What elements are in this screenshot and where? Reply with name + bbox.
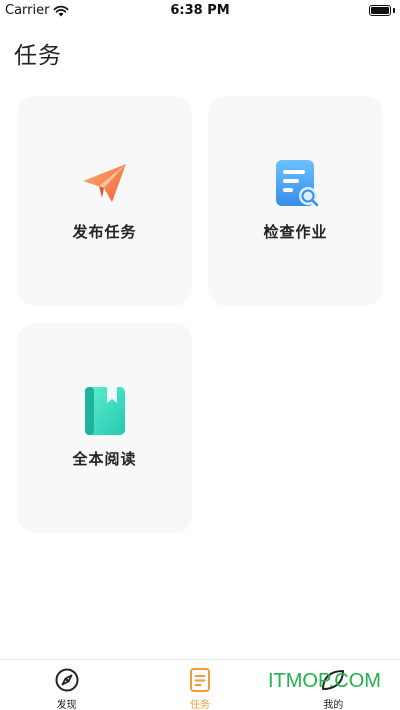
status-time: 6:38 PM: [170, 3, 230, 18]
status-bar: Carrier 6:38 PM: [0, 0, 400, 22]
page-title: 任务: [14, 43, 62, 69]
publish-task-card[interactable]: 发布任务: [17, 96, 192, 306]
tab-tasks-label: 任务: [189, 700, 210, 710]
book-icon: [17, 385, 192, 437]
tab-discover-label: 发现: [56, 700, 77, 710]
check-homework-label: 检查作业: [263, 223, 328, 241]
tab-discover[interactable]: 发现: [0, 660, 133, 710]
document-search-icon: [208, 158, 383, 210]
check-homework-card[interactable]: 检查作业: [208, 96, 383, 306]
publish-task-label: 发布任务: [72, 223, 137, 241]
full-reading-label: 全本阅读: [72, 450, 137, 468]
full-reading-card[interactable]: 全本阅读: [17, 323, 192, 533]
task-list-icon: [189, 668, 210, 692]
tab-mine-label: 我的: [323, 700, 344, 710]
tab-tasks[interactable]: 任务: [133, 660, 266, 710]
paper-plane-icon: [17, 158, 192, 210]
battery-tip: [393, 8, 395, 13]
compass-icon: [55, 668, 79, 692]
task-screen: Carrier 6:38 PM 任务 发布任务 检查作业 全本阅读 发现 任务 …: [0, 0, 400, 710]
site-watermark: ITMOP.COM: [268, 670, 381, 692]
battery-icon: [369, 5, 391, 16]
